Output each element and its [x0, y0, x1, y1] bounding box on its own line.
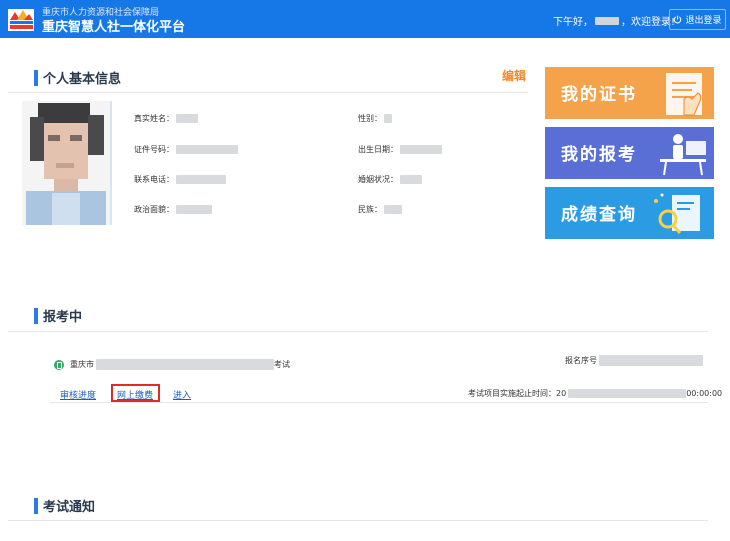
- field-phone: 联系电话：: [134, 174, 226, 185]
- document-icon: [54, 359, 64, 370]
- platform-title: 重庆智慧人社一体化平台: [42, 20, 186, 35]
- exam-name-prefix: 重庆市: [70, 360, 94, 369]
- exam-time-label: 考试项目实施起止时间：: [468, 389, 556, 398]
- avatar-photo: [22, 101, 110, 225]
- notice-section-title: 考试通知: [34, 496, 95, 515]
- exam-name-suffix: 考试: [274, 360, 290, 369]
- real-name-redacted: [176, 114, 198, 123]
- marital-redacted: [400, 175, 422, 184]
- divider: [8, 520, 708, 521]
- profile-section-label: 个人基本信息: [43, 72, 122, 87]
- registering-section-label: 报考中: [43, 310, 83, 325]
- serial-number: 报名序号: [565, 355, 703, 366]
- review-progress-link[interactable]: 审核进度: [60, 388, 96, 401]
- divider: [8, 331, 708, 332]
- field-ethnic: 民族：: [358, 204, 402, 215]
- id-number-redacted: [176, 145, 238, 154]
- phone-redacted: [176, 175, 226, 184]
- serial-number-label: 报名序号: [565, 356, 597, 365]
- person-silhouette-icon: [22, 101, 110, 225]
- title-accent-bar: [34, 69, 38, 86]
- my-registration-label: 我的报考: [561, 145, 637, 165]
- government-logo-icon: [8, 9, 34, 31]
- birth-date-redacted: [400, 145, 442, 154]
- person-at-desk-icon: [660, 134, 706, 176]
- top-header: 重庆市人力资源和社会保障局 重庆智慧人社一体化平台 下午好， ，欢迎登录! 退出…: [0, 0, 730, 38]
- payment-highlight-box: [111, 384, 160, 402]
- exam-time-range: 考试项目实施起止时间： 20 00:00:00: [468, 388, 722, 399]
- score-query-card[interactable]: 成绩查询: [545, 187, 714, 239]
- id-number-label: 证件号码：: [134, 145, 174, 154]
- field-birth-date: 出生日期：: [358, 144, 442, 155]
- gender-label: 性别：: [358, 114, 382, 123]
- field-gender: 性别：: [358, 113, 392, 124]
- exam-time-start: 20: [556, 389, 567, 398]
- edit-profile-link[interactable]: 编辑: [502, 67, 526, 84]
- serial-number-redacted: [599, 355, 703, 366]
- exam-time-redacted: [568, 389, 687, 398]
- score-query-label: 成绩查询: [561, 205, 637, 225]
- logout-label: 退出登录: [685, 16, 722, 26]
- marital-label: 婚姻状况：: [358, 175, 398, 184]
- user-name-redacted: [595, 16, 619, 25]
- divider: [50, 402, 708, 403]
- photo-divider: [110, 101, 112, 225]
- title-accent-bar: [34, 497, 38, 514]
- field-marital: 婚姻状况：: [358, 174, 422, 185]
- enter-link[interactable]: 进入: [173, 388, 191, 401]
- magnifier-document-icon: [654, 193, 700, 234]
- political-redacted: [176, 205, 212, 214]
- title-accent-bar: [34, 307, 38, 324]
- certificate-icon: [666, 73, 702, 116]
- my-registration-card[interactable]: 我的报考: [545, 127, 714, 179]
- greeting-prefix: 下午好，: [553, 17, 593, 28]
- exam-name-redacted: [96, 359, 274, 370]
- my-certificate-card[interactable]: 我的证书: [545, 67, 714, 119]
- ethnic-label: 民族：: [358, 205, 382, 214]
- greeting-suffix: ，欢迎登录!: [621, 17, 676, 28]
- profile-section-title: 个人基本信息: [34, 68, 121, 87]
- exam-item: 重庆市 考试: [54, 359, 290, 370]
- field-id-number: 证件号码：: [134, 144, 238, 155]
- registering-section-title: 报考中: [34, 306, 82, 325]
- logout-button[interactable]: 退出登录: [669, 9, 726, 30]
- gender-redacted: [384, 114, 392, 123]
- exam-time-end: 00:00:00: [686, 389, 723, 398]
- political-label: 政治面貌：: [134, 205, 174, 214]
- power-icon: [674, 15, 682, 24]
- real-name-label: 真实姓名：: [134, 114, 174, 123]
- field-real-name: 真实姓名：: [134, 113, 198, 124]
- my-certificate-label: 我的证书: [561, 85, 637, 105]
- field-political: 政治面貌：: [134, 204, 212, 215]
- notice-section-label: 考试通知: [43, 500, 96, 515]
- ethnic-redacted: [384, 205, 402, 214]
- greeting: 下午好， ，欢迎登录!: [553, 13, 675, 28]
- birth-date-label: 出生日期：: [358, 145, 398, 154]
- divider: [8, 92, 528, 93]
- phone-label: 联系电话：: [134, 175, 174, 184]
